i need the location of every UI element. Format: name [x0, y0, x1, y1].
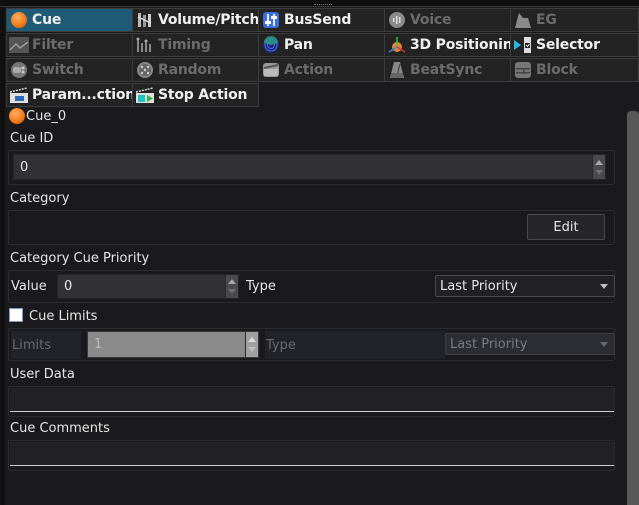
tab-label: Param...ction — [32, 87, 133, 103]
tab-voice[interactable]: Voice — [384, 8, 511, 32]
tab-cue[interactable]: Cue — [6, 8, 133, 32]
random-icon — [135, 61, 155, 79]
tab-label: Timing — [158, 37, 211, 53]
left-edge — [0, 7, 5, 505]
tab-label: Random — [158, 62, 222, 78]
tab-3d-positioning[interactable]: 3D Positioning — [384, 33, 511, 57]
category-edit-button[interactable]: Edit — [527, 214, 605, 240]
pan-icon — [261, 36, 281, 54]
tab-label: Cue — [32, 12, 62, 28]
cue-limits-label: Cue Limits — [29, 309, 98, 324]
tab-label: BusSend — [284, 12, 352, 28]
bussend-icon — [261, 11, 281, 29]
spin-up-icon[interactable] — [228, 279, 236, 285]
priority-type-label: Type — [246, 279, 276, 294]
tab-stop-action[interactable]: Stop Action — [132, 83, 259, 107]
cue-id-value: 0 — [20, 159, 29, 175]
user-data-label: User Data — [10, 367, 75, 382]
tab-label: Voice — [410, 12, 452, 28]
tab-label: Selector — [536, 37, 600, 53]
limits-label: Limits — [11, 331, 81, 359]
tab-label: Switch — [32, 62, 84, 78]
priority-type-dropdown[interactable]: Last Priority — [435, 275, 615, 297]
switch-icon — [9, 61, 29, 79]
priority-value-field[interactable]: 0 — [57, 274, 239, 299]
tab-timing[interactable]: Timing — [132, 33, 259, 57]
category-cue-priority-label: Category Cue Priority — [10, 251, 150, 266]
chevron-down-icon — [600, 342, 608, 347]
cue-orb-icon — [9, 11, 29, 29]
limits-type-value: Last Priority — [450, 336, 528, 352]
tab-random[interactable]: Random — [132, 58, 259, 82]
cue-limits-group: Limits 1 Type Last Priority — [8, 328, 615, 361]
vertical-scrollbar[interactable] — [627, 110, 639, 505]
cue-orb-icon — [9, 108, 25, 124]
cue-limits-checkbox[interactable] — [9, 308, 23, 322]
spin-down-icon[interactable] — [595, 169, 603, 175]
user-data-input[interactable] — [10, 388, 614, 412]
cue-id-group: 0 — [8, 150, 615, 185]
priority-value: 0 — [64, 279, 73, 294]
tab-label: Pan — [284, 37, 313, 53]
limits-spinner[interactable] — [245, 332, 258, 357]
spin-down-icon[interactable] — [228, 288, 236, 294]
tab-beatsync[interactable]: BeatSync — [384, 58, 511, 82]
cue-title: Cue_0 — [9, 108, 66, 124]
cue-name: Cue_0 — [26, 108, 67, 124]
tab-action[interactable]: Action — [258, 58, 385, 82]
property-tab-grid: Cue Volume/Pitch BusSend Voice EG Filter — [6, 8, 639, 108]
stop-action-icon — [135, 86, 155, 104]
tab-label: Stop Action — [158, 87, 248, 103]
spin-up-icon[interactable] — [595, 159, 603, 165]
tab-label: Volume/Pitch — [158, 12, 259, 28]
tab-label: Block — [536, 62, 578, 78]
tab-label: Filter — [32, 37, 74, 53]
tab-label: Action — [284, 62, 334, 78]
tab-label: BeatSync — [410, 62, 483, 78]
voice-icon — [387, 11, 407, 29]
top-splitter[interactable] — [0, 0, 639, 7]
tab-block[interactable]: Block — [510, 58, 639, 82]
cue-id-spinner[interactable] — [592, 155, 605, 179]
tab-pan[interactable]: Pan — [258, 33, 385, 57]
limits-field[interactable]: 1 — [87, 331, 259, 358]
priority-value-spinner[interactable] — [225, 275, 238, 298]
parameter-action-icon — [9, 86, 29, 104]
tab-filter[interactable]: Filter — [6, 33, 133, 57]
priority-value-label: Value — [11, 279, 47, 294]
beatsync-icon — [387, 61, 407, 79]
splitter-grip-icon[interactable] — [314, 4, 332, 6]
tab-parameter-action[interactable]: Param...ction — [6, 83, 133, 107]
cue-id-label: Cue ID — [10, 131, 54, 146]
block-icon — [513, 61, 533, 79]
tab-selector[interactable]: Selector — [510, 33, 639, 57]
cue-comments-label: Cue Comments — [10, 421, 110, 436]
volume-pitch-icon — [135, 11, 155, 29]
tab-switch[interactable]: Switch — [6, 58, 133, 82]
category-cue-priority-group: Value 0 Type Last Priority — [8, 270, 615, 303]
tab-bussend[interactable]: BusSend — [258, 8, 385, 32]
3d-positioning-icon — [387, 36, 407, 54]
scrollbar-thumb[interactable] — [627, 111, 639, 505]
cue-comments-input[interactable] — [10, 442, 614, 466]
tab-label: EG — [536, 12, 557, 28]
spin-up-icon[interactable] — [248, 336, 256, 342]
tab-volume-pitch[interactable]: Volume/Pitch — [132, 8, 259, 32]
cue-id-field[interactable]: 0 — [13, 154, 606, 180]
priority-type-value: Last Priority — [440, 278, 518, 294]
category-group: Edit — [8, 210, 615, 245]
tab-label: 3D Positioning — [410, 37, 510, 53]
selector-icon — [513, 36, 533, 54]
eg-icon — [513, 11, 533, 29]
chevron-down-icon — [600, 284, 608, 289]
tab-eg[interactable]: EG — [510, 8, 639, 32]
spin-down-icon[interactable] — [248, 347, 256, 353]
limits-type-label: Type — [265, 331, 445, 359]
timing-icon — [135, 36, 155, 54]
limits-type-dropdown[interactable]: Last Priority — [445, 333, 615, 355]
limits-value: 1 — [94, 337, 103, 352]
action-icon — [261, 61, 281, 79]
category-label: Category — [10, 191, 70, 206]
filter-icon — [9, 36, 29, 54]
